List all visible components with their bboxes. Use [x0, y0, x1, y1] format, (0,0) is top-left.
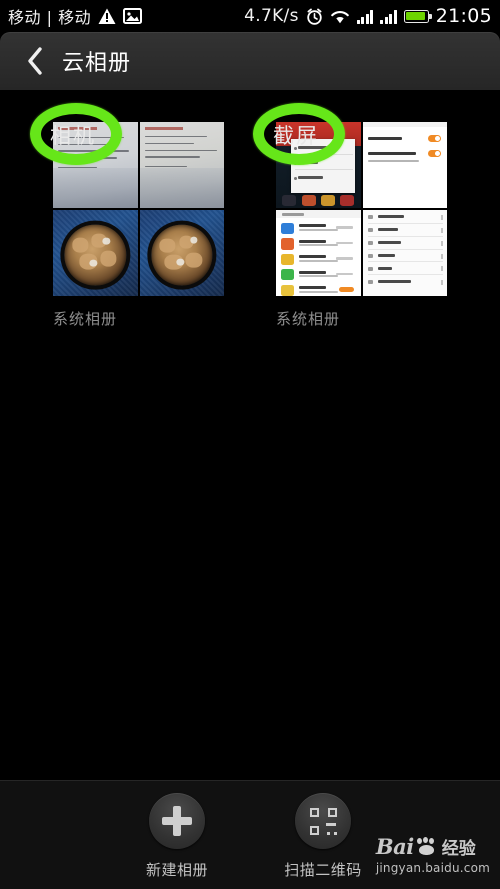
plus-icon — [162, 806, 192, 836]
watermark-suffix: 经验 — [441, 839, 476, 859]
warning-triangle-icon — [98, 8, 116, 25]
watermark: Bai 经验 jingyan.baidu.com — [376, 834, 490, 875]
page-title: 云相册 — [62, 51, 132, 76]
album-label-2: 系统相册 — [276, 310, 341, 328]
album-item-screenshots[interactable]: 系统相册 — [250, 122, 500, 329]
album-list: 系统相册 系统相册 — [0, 90, 500, 780]
network-speed-label: 4.7K/s — [244, 6, 299, 26]
status-bar: 移动 | 移动 4.7K/s 21:05 — [0, 0, 500, 32]
album-item-camera[interactable]: 系统相册 — [0, 122, 250, 329]
image-icon — [123, 8, 143, 24]
new-album-fab[interactable] — [149, 793, 205, 849]
status-bar-left: 移动 | 移动 — [8, 4, 143, 28]
thumbnail-screenshot-app-list — [276, 210, 361, 296]
scan-qr-fab[interactable] — [295, 793, 351, 849]
clock-label: 21:05 — [435, 5, 492, 27]
signal-bars-icon-2 — [380, 9, 397, 24]
cloud-album-screen: 移动 | 移动 4.7K/s 21:05 云相册 系统相册 系统相册 相机 截屏… — [0, 0, 500, 889]
annotation-label-camera: 相机 — [50, 124, 96, 148]
thumbnail-food-2 — [139, 210, 224, 296]
watermark-brand: Bai — [375, 834, 414, 859]
scan-qr-label: 扫描二维码 — [284, 861, 362, 879]
new-album-label: 新建相册 — [145, 861, 208, 879]
thumbnail-screenshot-menu — [362, 210, 447, 296]
title-bar: 云相册 — [0, 32, 500, 90]
annotation-label-screenshots: 截屏 — [273, 124, 319, 148]
alarm-clock-icon — [306, 8, 323, 25]
watermark-url: jingyan.baidu.com — [375, 861, 490, 875]
status-bar-right: 4.7K/s 21:05 — [244, 5, 492, 27]
album-label: 系统相册 — [53, 310, 118, 328]
scan-qr-button[interactable]: 扫描二维码 — [268, 793, 378, 880]
thumbnail-screenshot-settings — [362, 122, 447, 208]
paw-icon — [416, 837, 439, 856]
thumbnail-food-1 — [53, 210, 138, 296]
signal-bars-icon — [356, 9, 374, 24]
wifi-icon — [330, 9, 350, 24]
thumbnail-document-2 — [139, 122, 224, 208]
carrier-label: 移动 | 移动 — [8, 8, 92, 27]
qr-code-icon — [309, 807, 337, 835]
watermark-brand-row: Bai 经验 — [376, 834, 490, 859]
back-chevron-icon[interactable] — [18, 41, 52, 81]
battery-icon — [403, 9, 432, 23]
new-album-button[interactable]: 新建相册 — [122, 793, 232, 880]
